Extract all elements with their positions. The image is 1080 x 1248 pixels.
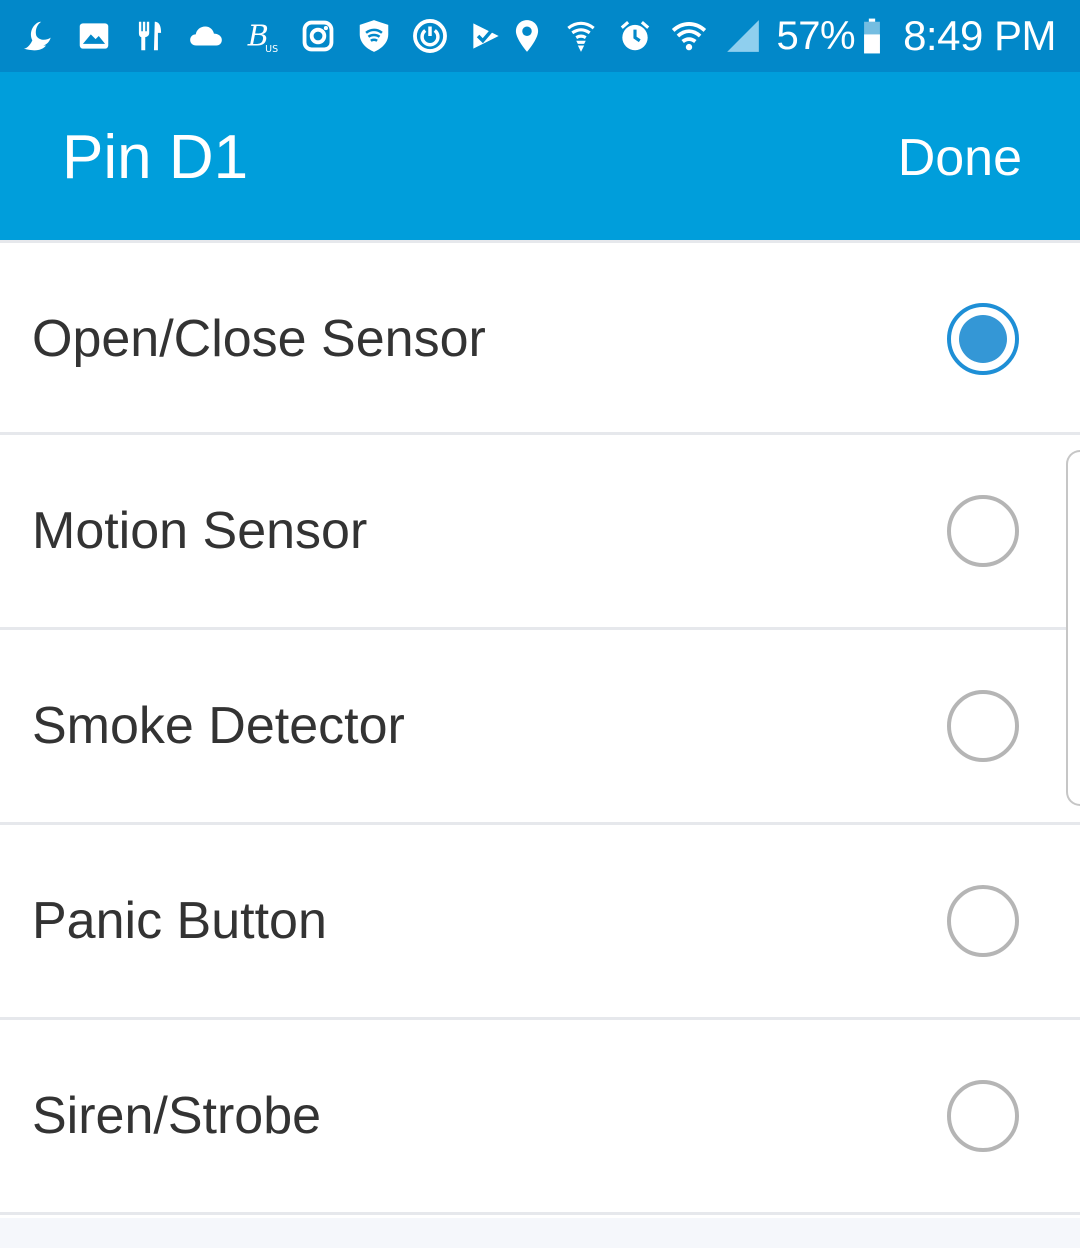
- option-open-close-sensor[interactable]: Open/Close Sensor: [0, 240, 1080, 435]
- radio-button[interactable]: [947, 690, 1019, 762]
- option-label: Motion Sensor: [32, 502, 368, 560]
- checkmark-app-icon: [466, 16, 506, 56]
- image-icon: [74, 16, 114, 56]
- bitcoin-icon: B US: [242, 16, 282, 56]
- power-icon: [410, 16, 450, 56]
- option-motion-sensor[interactable]: Motion Sensor: [0, 435, 1080, 630]
- instagram-icon: [298, 16, 338, 56]
- option-label: Smoke Detector: [32, 697, 405, 755]
- radio-dot: [959, 315, 1007, 363]
- svg-text:US: US: [265, 44, 278, 55]
- system-icons: 57% 8:49 PM: [507, 0, 1056, 72]
- cloud-icon: [186, 16, 226, 56]
- wifi-icon: [669, 16, 709, 56]
- option-label: Open/Close Sensor: [32, 310, 486, 368]
- location-icon: [507, 16, 547, 56]
- moon-icon: [18, 16, 58, 56]
- clock: 8:49 PM: [903, 12, 1056, 59]
- edge-panel-handle[interactable]: [1066, 450, 1080, 806]
- status-bar: B US 57% 8:49 PM: [0, 0, 1080, 72]
- option-panic-button[interactable]: Panic Button: [0, 825, 1080, 1020]
- alarm-icon: [615, 16, 655, 56]
- battery-icon: [861, 16, 883, 56]
- radio-button[interactable]: [947, 885, 1019, 957]
- option-label: Siren/Strobe: [32, 1087, 322, 1145]
- signal-icon: [723, 16, 763, 56]
- app-bar: Pin D1 Done: [0, 72, 1080, 240]
- option-label: Panic Button: [32, 892, 327, 950]
- battery-percent: 57%: [776, 13, 856, 58]
- wifi-calling-icon: [561, 16, 601, 56]
- notification-icons: B US: [18, 0, 506, 72]
- list-footer: [0, 1218, 1080, 1248]
- radio-button[interactable]: [947, 495, 1019, 567]
- vpn-shield-icon: [354, 16, 394, 56]
- radio-button-selected[interactable]: [947, 303, 1019, 375]
- done-button[interactable]: Done: [898, 128, 1022, 188]
- option-siren-strobe[interactable]: Siren/Strobe: [0, 1020, 1080, 1215]
- radio-button[interactable]: [947, 1080, 1019, 1152]
- restaurant-icon: [130, 16, 170, 56]
- sensor-type-list: Open/Close Sensor Motion Sensor Smoke De…: [0, 240, 1080, 1215]
- option-smoke-detector[interactable]: Smoke Detector: [0, 630, 1080, 825]
- page-title: Pin D1: [62, 123, 249, 192]
